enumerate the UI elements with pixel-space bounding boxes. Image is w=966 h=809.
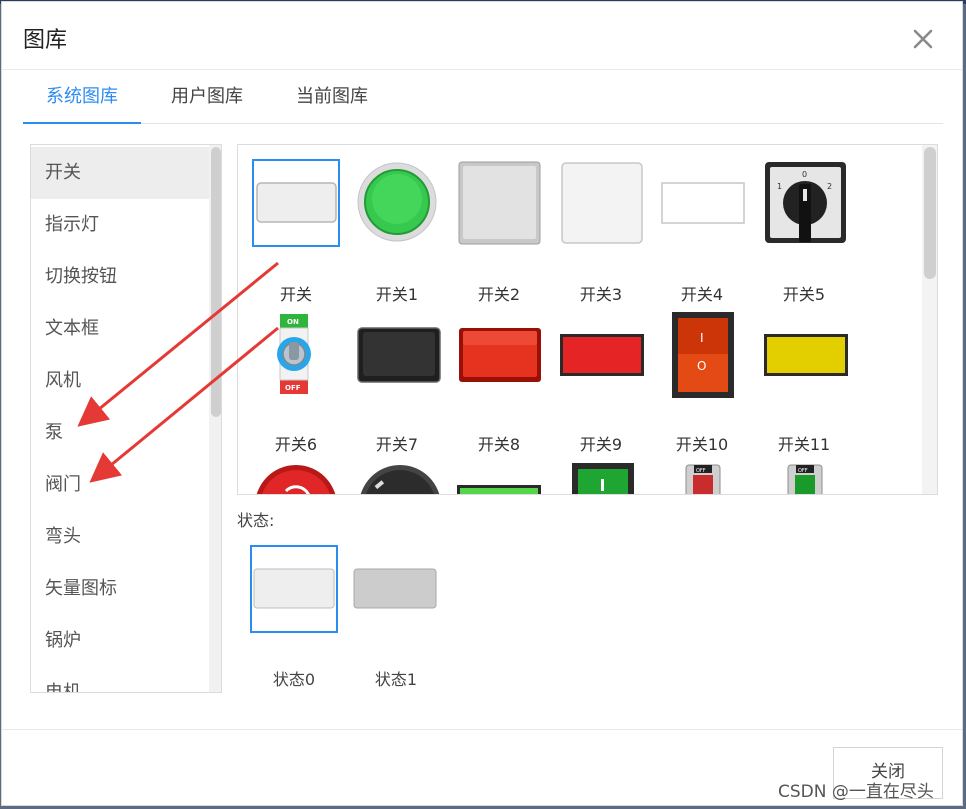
gallery-label-switch5: 开关5 [782,285,826,304]
dialog-header: 图库 [2,2,962,70]
gallery-label-switch7: 开关7 [375,435,419,454]
green-slide-switch-icon: OFF [787,464,823,494]
gallery-item-switch13[interactable] [356,463,444,494]
rotary-position-2: 2 [827,182,832,191]
slide-off-label: OFF [696,468,706,474]
category-item-textbox[interactable]: 文本框 [31,303,209,355]
gallery-scrollbar-thumb[interactable] [924,147,936,279]
gallery-item-switch15[interactable] [560,463,648,494]
category-item-switch[interactable]: 开关 [31,147,209,199]
gallery-item-switch5[interactable]: 1 0 2 [762,159,850,247]
category-item-pump[interactable]: 泵 [31,407,209,459]
state-item-0[interactable] [250,545,338,633]
slide-off-label-2: OFF [798,468,808,474]
gallery-label-switch10: 开关10 [675,435,729,454]
gallery-tabs: 系统图库 用户图库 当前图库 [23,70,943,124]
gallery-label-switch1: 开关1 [375,285,419,304]
gallery-dialog: 图库 系统图库 用户图库 当前图库 开关 指示灯 切换按钮 文本框 风机 泵 阀… [1,1,963,806]
gallery-label-switch: 开关 [279,285,312,304]
gallery-label-switch2: 开关2 [477,285,521,304]
gallery-item-switch17[interactable]: OFF [762,463,850,494]
gallery-item-switch9[interactable] [560,312,648,400]
red-rect-button-icon [459,328,541,382]
white-rect-button-icon [661,182,745,224]
tab-system-gallery[interactable]: 系统图库 [23,70,141,124]
gallery-label-switch6: 开关6 [274,435,318,454]
category-item-valve[interactable]: 阀门 [31,459,209,511]
gallery-item-switch4[interactable] [660,159,748,247]
gallery-item-switch11[interactable] [762,312,850,400]
tab-user-gallery[interactable]: 用户图库 [160,70,254,124]
close-icon[interactable] [908,24,938,54]
state-label-0: 状态0 [272,670,316,689]
green-round-button-icon [357,162,437,242]
gallery-item-switch1[interactable] [356,159,444,247]
gallery-item-switch2[interactable] [457,159,545,247]
category-item-boiler[interactable]: 锅炉 [31,615,209,667]
gallery-item-switch10[interactable]: I O [660,312,748,400]
white-square-button-icon [561,162,643,244]
yellow-rect-button-icon [764,334,848,376]
category-item-indicator[interactable]: 指示灯 [31,199,209,251]
category-list: 开关 指示灯 切换按钮 文本框 风机 泵 阀门 弯头 矢量图标 锅炉 电机 [30,144,222,693]
category-item-elbow[interactable]: 弯头 [31,511,209,563]
rotary-position-1: 1 [777,182,782,191]
dialog-title: 图库 [23,28,68,53]
gallery-item-switch6[interactable]: ON OFF [252,312,340,400]
gallery-item-switch[interactable] [252,159,340,247]
rocker-on-label: I [700,331,704,345]
state-item-1[interactable] [352,545,440,633]
gallery-label-switch4: 开关4 [680,285,724,304]
gallery-item-switch12[interactable] [252,463,340,494]
gallery-label-switch8: 开关8 [477,435,521,454]
gallery-item-switch3[interactable] [560,159,648,247]
rocker-off-label: O [697,359,706,373]
category-item-toggle-button[interactable]: 切换按钮 [31,251,209,303]
status-title: 状态: [237,511,275,530]
grey-square-button-icon [458,161,541,245]
black-rect-button-icon [357,327,441,383]
green-rocker-switch-icon [572,463,634,494]
sidebar-scrollbar-thumb[interactable] [211,147,221,417]
component-gallery: 1 0 2 开关 开关1 开关2 开关3 开关4 开关5 ON OFF I O … [237,144,938,495]
gallery-item-switch7[interactable] [356,312,444,400]
gallery-item-switch8[interactable] [457,312,545,400]
category-item-fan[interactable]: 风机 [31,355,209,407]
red-flat-button-icon [560,334,644,376]
gallery-label-switch11: 开关11 [777,435,831,454]
tab-current-gallery[interactable]: 当前图库 [285,70,379,124]
gallery-label-switch3: 开关3 [579,285,623,304]
green-flat-button-icon [457,485,541,494]
emergency-stop-icon [256,465,336,494]
black-rotary-knob-icon [360,465,440,494]
flat-switch-icon [256,182,337,223]
gallery-label-switch9: 开关9 [579,435,623,454]
lever-off-label: OFF [285,384,301,392]
rotary-selector-switch-icon: 1 0 2 [765,162,846,243]
gallery-item-switch14[interactable] [457,463,545,494]
category-item-vector-icons[interactable]: 矢量图标 [31,563,209,615]
lever-on-label: ON [287,318,299,326]
rotary-position-0: 0 [802,170,807,179]
red-rocker-switch-icon: I O [672,312,734,398]
red-slide-switch-icon: OFF [685,464,721,494]
state-label-1: 状态1 [374,670,418,689]
state-1-preview [353,568,437,609]
csdn-watermark: CSDN @一直在尽头 [778,782,934,802]
toggle-lever-switch-icon: ON OFF [277,314,311,394]
state-0-preview [253,568,335,609]
gallery-item-switch16[interactable]: OFF [660,463,748,494]
category-item-motor[interactable]: 电机 [31,667,209,692]
